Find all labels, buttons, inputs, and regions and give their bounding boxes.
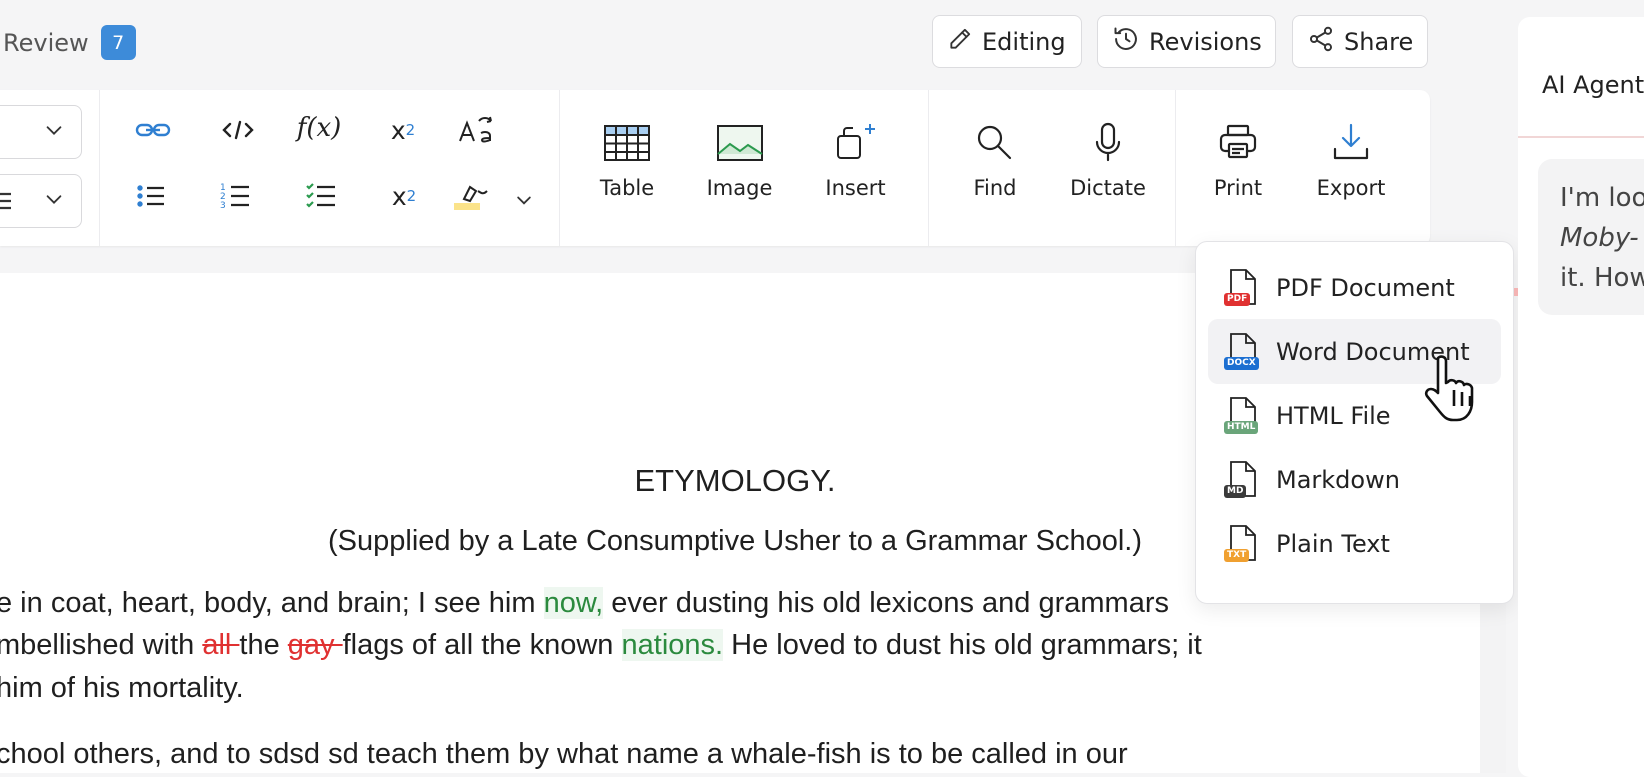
print-label: Print — [1213, 176, 1263, 200]
insert-label: Insert — [825, 176, 886, 200]
find-button[interactable]: Find — [960, 122, 1030, 200]
image-icon — [716, 124, 764, 166]
text-run: He loved to dust his old grammars; it — [723, 629, 1202, 661]
paragraph-line: mbellished with all the gay flags of all… — [0, 629, 1202, 662]
subscript-base: x — [391, 181, 407, 211]
chat-message: I'm loo Moby- it. How — [1538, 159, 1644, 315]
review-indicator[interactable]: Review 7 — [3, 25, 136, 60]
revisions-label: Revisions — [1149, 27, 1262, 56]
text-run: the — [239, 629, 288, 661]
insert-icon — [832, 122, 880, 166]
revisions-button[interactable]: Revisions — [1097, 15, 1276, 68]
history-icon — [1112, 25, 1140, 59]
code-icon[interactable] — [218, 110, 258, 150]
printer-icon — [1218, 122, 1258, 166]
share-icon — [1307, 25, 1335, 59]
more-format-chevron-icon[interactable] — [512, 188, 536, 212]
menu-item-label: HTML File — [1276, 401, 1391, 430]
editing-label: Editing — [982, 27, 1066, 56]
deleted-text[interactable]: all — [202, 629, 239, 661]
superscript-base: x — [390, 115, 406, 145]
editing-button[interactable]: Editing — [932, 15, 1082, 68]
table-label: Table — [599, 176, 655, 200]
share-button[interactable]: Share — [1292, 15, 1428, 68]
file-type-tag: PDF — [1224, 292, 1251, 306]
text-run: flags of all the known — [342, 629, 622, 661]
markdown-file-icon: MD — [1224, 460, 1258, 500]
style-select[interactable] — [0, 105, 82, 159]
message-line: it. How — [1560, 263, 1644, 293]
review-count-badge: 7 — [100, 25, 136, 60]
function-glyph: f(x) — [296, 113, 342, 143]
paragraph-line: chool others, and to sdsd sd teach them … — [0, 738, 1128, 770]
inserted-text[interactable]: nations. — [621, 629, 724, 661]
insert-button[interactable]: Insert — [818, 122, 893, 200]
panel-divider — [1518, 136, 1644, 138]
numbered-list-icon[interactable]: 123 — [215, 176, 255, 216]
html-file-icon: HTML — [1224, 396, 1259, 436]
formatting-toolbar: f(x) x2 123 x2 Table Image Insert Find D… — [0, 90, 1430, 246]
paragraph-line: e in coat, heart, body, and brain; I see… — [0, 587, 1169, 620]
txt-file-icon: TXT — [1224, 524, 1258, 564]
review-label: Review — [3, 28, 89, 57]
export-markdown-item[interactable]: MD Markdown — [1208, 447, 1501, 512]
superscript-icon[interactable]: x2 — [383, 108, 423, 152]
chevron-down-icon — [43, 188, 65, 214]
superscript-exp: 2 — [405, 121, 416, 139]
share-label: Share — [1344, 27, 1414, 56]
image-button[interactable]: Image — [702, 124, 777, 200]
export-plain-text-item[interactable]: TXT Plain Text — [1208, 511, 1501, 576]
paragraph-line: him of his mortality. — [0, 672, 244, 704]
chevron-down-icon — [43, 119, 65, 145]
file-type-tag: HTML — [1224, 420, 1259, 434]
message-line: Moby- — [1560, 223, 1639, 253]
message-line: I'm loo — [1560, 183, 1644, 213]
deleted-text[interactable]: gay — [288, 629, 343, 661]
find-label: Find — [973, 176, 1017, 200]
dictate-label: Dictate — [1070, 176, 1146, 200]
svg-text:3: 3 — [220, 201, 226, 211]
dictate-button[interactable]: Dictate — [1063, 122, 1153, 200]
pdf-file-icon: PDF — [1224, 268, 1258, 308]
export-button[interactable]: Export — [1311, 122, 1391, 200]
link-icon[interactable] — [133, 110, 173, 150]
function-icon[interactable]: f(x) — [294, 106, 344, 150]
file-type-tag: TXT — [1224, 548, 1250, 562]
ai-agent-panel: AI Agent I'm loo Moby- it. How — [1518, 17, 1644, 777]
align-icon — [0, 189, 15, 217]
checklist-icon[interactable] — [301, 176, 341, 216]
table-button[interactable]: Table — [592, 124, 662, 200]
search-icon — [974, 122, 1016, 166]
table-icon — [603, 124, 651, 166]
text-run: ever dusting his old lexicons and gramma… — [603, 587, 1170, 619]
bullet-list-icon[interactable] — [131, 176, 171, 216]
inserted-text[interactable]: now, — [543, 587, 604, 619]
panel-title: AI Agent — [1542, 71, 1644, 99]
microphone-icon — [1092, 122, 1124, 166]
docx-file-icon: DOCX — [1224, 332, 1259, 372]
alignment-select[interactable] — [0, 174, 82, 228]
menu-item-label: Plain Text — [1276, 529, 1390, 558]
text-case-icon[interactable] — [455, 108, 497, 152]
subscript-sub: 2 — [406, 187, 417, 205]
pencil-icon — [947, 26, 973, 58]
file-type-tag: MD — [1224, 484, 1247, 498]
print-button[interactable]: Print — [1203, 122, 1273, 200]
image-label: Image — [706, 176, 773, 200]
file-type-tag: DOCX — [1224, 356, 1259, 370]
hand-cursor-icon — [1420, 352, 1484, 429]
export-label: Export — [1316, 176, 1386, 200]
highlight-icon[interactable] — [450, 178, 494, 214]
download-icon — [1331, 122, 1371, 166]
subscript-icon[interactable]: x2 — [384, 174, 424, 218]
menu-item-label: Markdown — [1276, 465, 1400, 494]
menu-item-label: PDF Document — [1276, 273, 1455, 302]
text-run: mbellished with — [0, 629, 203, 661]
text-run: e in coat, heart, body, and brain; I see… — [0, 587, 544, 619]
export-pdf-item[interactable]: PDF PDF Document — [1208, 255, 1501, 320]
